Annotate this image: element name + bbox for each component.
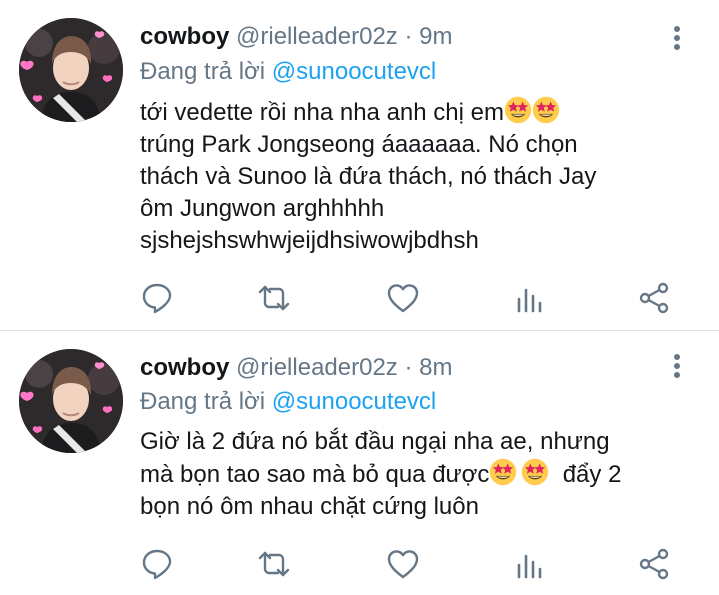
like-icon[interactable]: [386, 547, 420, 581]
tweet-header: cowboy @rielleader02z · 8m: [140, 353, 452, 383]
reply-prefix: Đang trả lời: [140, 58, 266, 85]
tweet-header: cowboy @rielleader02z · 9m: [140, 22, 452, 52]
star-struck-emoji: [521, 458, 549, 486]
reply-icon[interactable]: [140, 547, 174, 581]
tweet-line: đẩy 2: [562, 461, 622, 488]
user-handle[interactable]: @rielleader02z: [236, 354, 398, 381]
tweet-line: tới vedette rồi nha nha anh chị em: [140, 99, 504, 126]
timestamp[interactable]: 8m: [419, 354, 452, 381]
avatar[interactable]: [19, 18, 123, 122]
tweet-line: ôm Jungwon arghhhhh: [140, 195, 385, 222]
retweet-icon[interactable]: [257, 547, 291, 581]
tweet-line: thách và Sunoo là đứa thách, nó thách Ja…: [140, 163, 597, 190]
reply-context: Đang trả lời @sunoocutevcl: [140, 387, 436, 417]
tweet-1[interactable]: cowboy @rielleader02z · 9m Đang trả lời …: [0, 0, 719, 330]
tweet-actions: [140, 547, 700, 581]
tweet-text: tới vedette rồi nha nha anh chị em trúng…: [140, 96, 700, 257]
separator: ·: [404, 354, 413, 381]
tweet-line: Giờ là 2 đứa nó bắt đầu ngại nha ae, như…: [140, 428, 610, 455]
avatar[interactable]: [19, 349, 123, 453]
like-icon[interactable]: [386, 281, 420, 315]
star-struck-emoji: [489, 458, 517, 486]
more-options-icon[interactable]: [667, 352, 687, 382]
tweet-line: mà bọn tao sao mà bỏ qua được: [140, 461, 490, 488]
retweet-icon[interactable]: [257, 281, 291, 315]
analytics-icon[interactable]: [514, 281, 548, 315]
reply-mention-link[interactable]: @sunoocutevcl: [272, 58, 436, 85]
star-struck-emoji: [504, 96, 532, 124]
reply-context: Đang trả lời @sunoocutevcl: [140, 57, 436, 87]
tweet-line: bọn nó ôm nhau chặt cứng luôn: [140, 493, 479, 520]
tweet-line: trúng Park Jongseong áaaaaaa. Nó chọn: [140, 131, 578, 158]
tweet-actions: [140, 281, 700, 315]
display-name[interactable]: cowboy: [140, 354, 229, 381]
share-icon[interactable]: [637, 281, 671, 315]
user-handle[interactable]: @rielleader02z: [236, 23, 398, 50]
separator: ·: [404, 23, 413, 50]
timestamp[interactable]: 9m: [419, 23, 452, 50]
display-name[interactable]: cowboy: [140, 23, 229, 50]
more-options-icon[interactable]: [667, 24, 687, 54]
tweet-2[interactable]: cowboy @rielleader02z · 8m Đang trả lời …: [0, 331, 719, 595]
reply-prefix: Đang trả lời: [140, 388, 266, 415]
star-struck-emoji: [532, 96, 560, 124]
reply-mention-link[interactable]: @sunoocutevcl: [272, 388, 436, 415]
reply-icon[interactable]: [140, 281, 174, 315]
analytics-icon[interactable]: [514, 547, 548, 581]
share-icon[interactable]: [637, 547, 671, 581]
tweet-text: Giờ là 2 đứa nó bắt đầu ngại nha ae, như…: [140, 426, 700, 523]
tweet-line: sjshejshswhwjeijdhsiwowjbdhsh: [140, 227, 479, 254]
